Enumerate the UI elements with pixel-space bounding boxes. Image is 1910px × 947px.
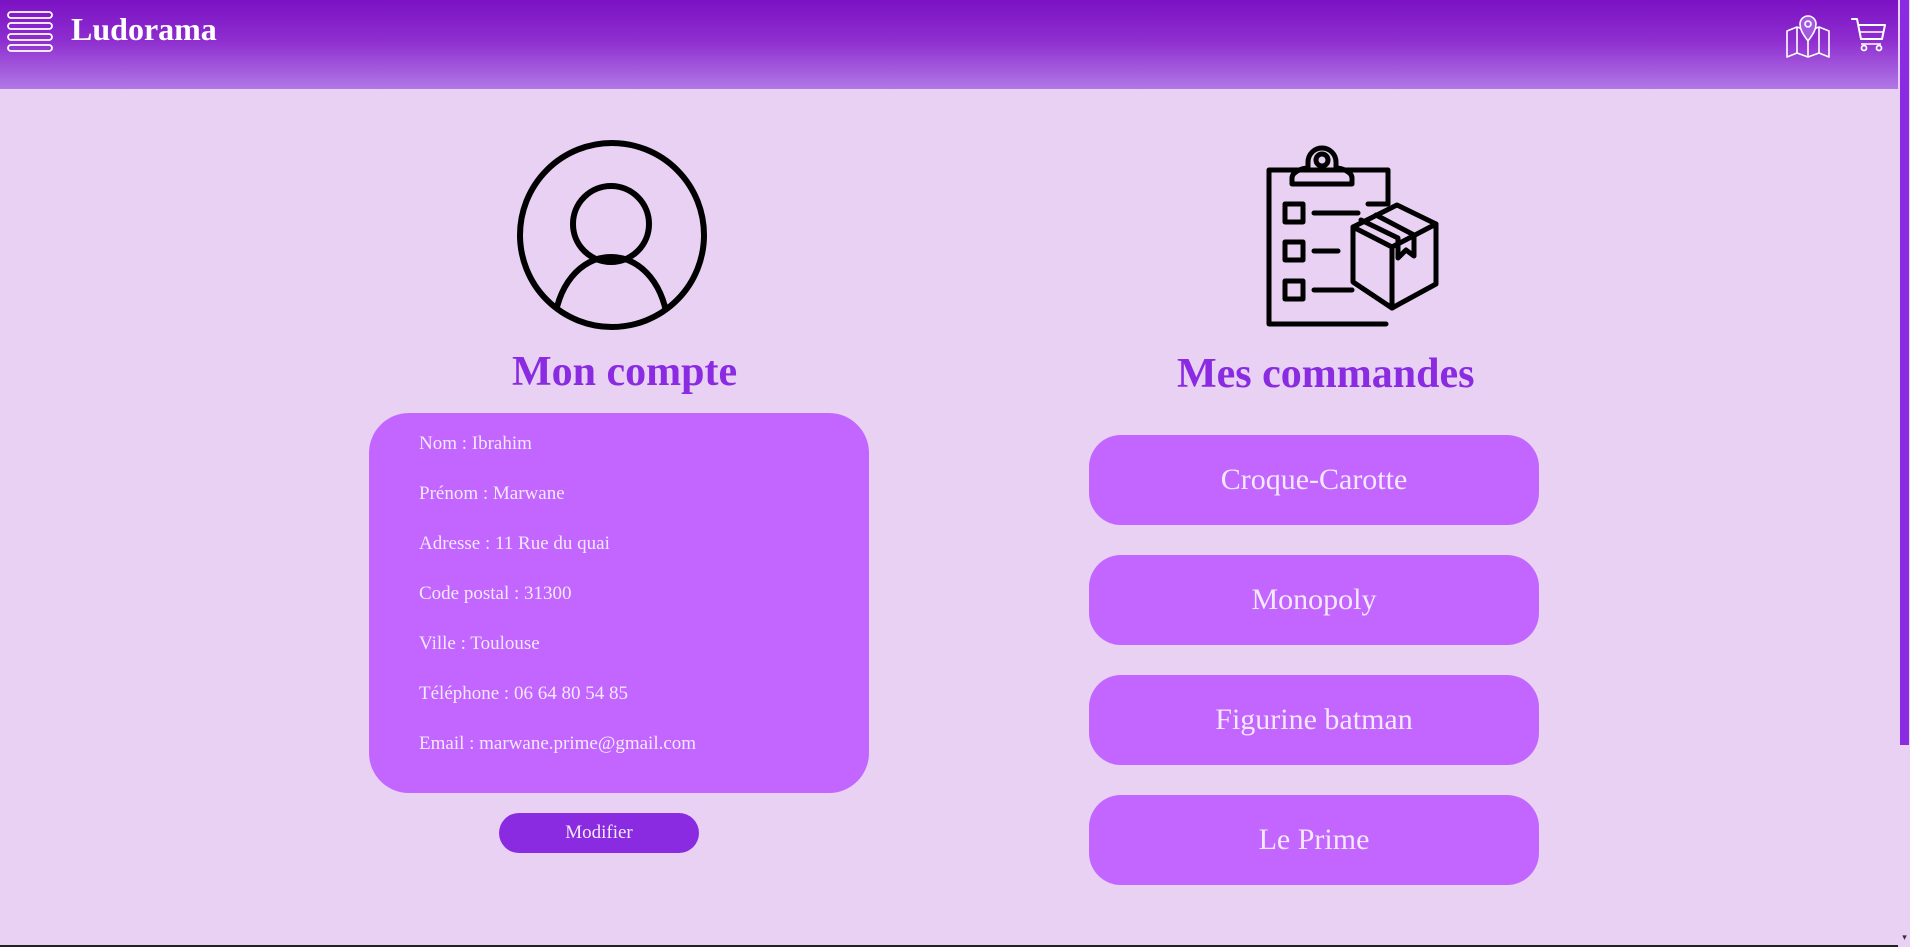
- user-profile-icon: [517, 140, 707, 330]
- clipboard-package-icon: [1266, 145, 1439, 327]
- account-field-nom: Nom : Ibrahim: [419, 433, 532, 454]
- order-item-button[interactable]: Figurine batman: [1089, 675, 1539, 765]
- modify-account-button[interactable]: Modifier: [499, 813, 699, 853]
- account-field-code-postal: Code postal : 31300: [419, 583, 572, 604]
- account-field-email: Email : marwane.prime@gmail.com: [419, 733, 697, 754]
- order-item-button[interactable]: Le Prime: [1089, 795, 1539, 885]
- scrollbar-thumb[interactable]: [1900, 0, 1909, 745]
- orders-title: Mes commandes: [1177, 351, 1475, 397]
- account-field-prenom: Prénom : Marwane: [419, 483, 565, 504]
- scroll-down-arrow-icon[interactable]: ▾: [1900, 932, 1909, 944]
- account-title: Mon compte: [512, 349, 738, 395]
- order-item-button[interactable]: Croque-Carotte: [1089, 435, 1539, 525]
- shopping-cart-icon[interactable]: [1851, 16, 1887, 52]
- account-field-ville: Ville : Toulouse: [419, 633, 540, 654]
- site-logo-text[interactable]: Ludorama: [71, 11, 217, 48]
- top-header: Ludorama: [0, 0, 1898, 89]
- hamburger-menu-icon[interactable]: [7, 10, 53, 52]
- account-field-telephone: Téléphone : 06 64 80 54 85: [419, 683, 628, 704]
- order-item-button[interactable]: Monopoly: [1089, 555, 1539, 645]
- account-field-adresse: Adresse : 11 Rue du quai: [419, 533, 610, 554]
- map-pin-icon[interactable]: [1785, 13, 1831, 59]
